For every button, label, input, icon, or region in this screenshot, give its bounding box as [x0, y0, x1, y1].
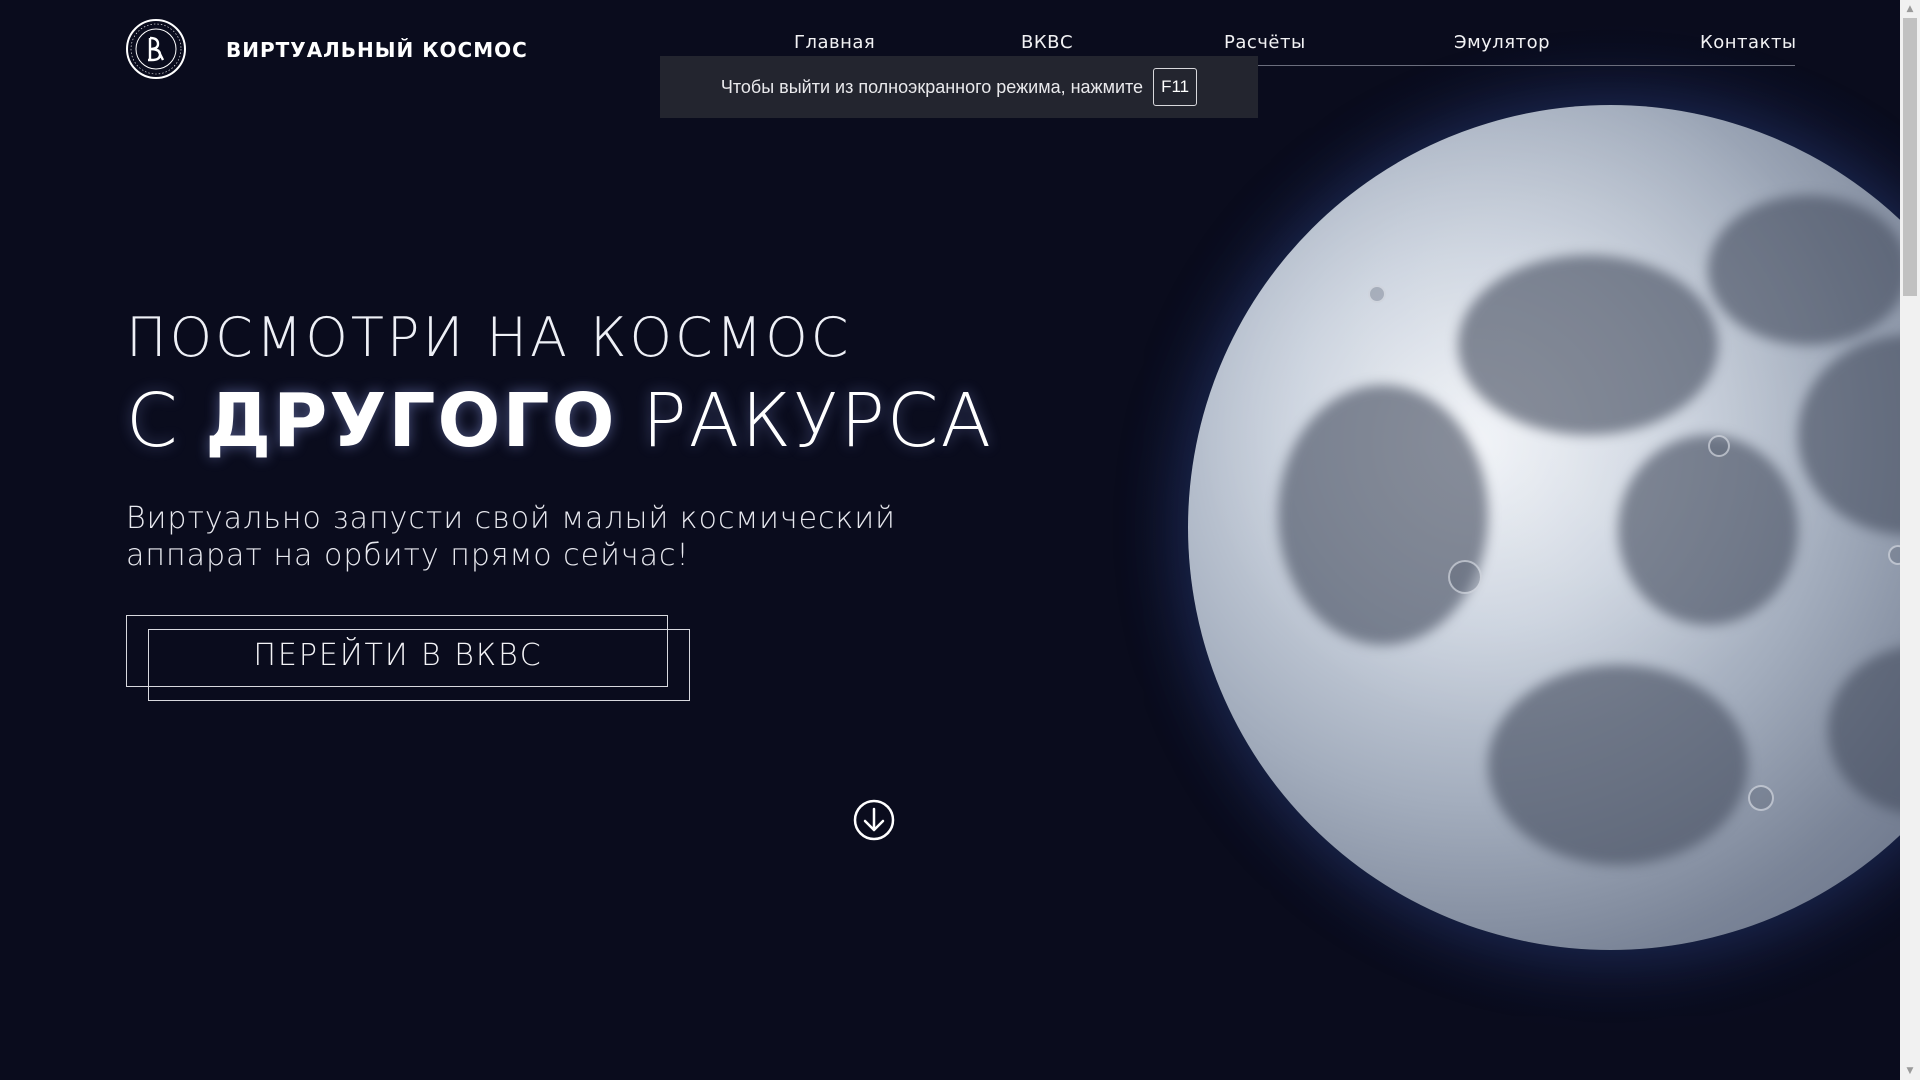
arrow-down-circle-icon[interactable]: [853, 799, 895, 841]
moon-crater: [1368, 285, 1386, 303]
nav-item-emulator[interactable]: Эмулятор: [1454, 32, 1550, 53]
nav-item-vkvs[interactable]: ВКВС: [1021, 32, 1073, 53]
scroll-down-arrow-icon[interactable]: ▼: [1900, 1062, 1920, 1080]
hero-subtitle-line1: Виртуально запусти свой малый космически…: [126, 501, 896, 536]
hero-title-prefix: С: [126, 378, 206, 464]
moon-crater: [1708, 435, 1730, 457]
nav-item-home[interactable]: Главная: [794, 32, 875, 53]
fullscreen-hint-key: F11: [1153, 68, 1198, 106]
moon-mare: [1708, 195, 1900, 345]
moon-mare: [1488, 665, 1748, 865]
moon-crater: [1448, 560, 1482, 594]
moon-mare: [1278, 385, 1488, 645]
university-seal-icon[interactable]: [125, 18, 187, 80]
hero-title-line2: С ДРУГОГО РАКУРСА: [126, 378, 993, 464]
scroll-up-arrow-icon[interactable]: ▲: [1900, 0, 1920, 18]
moon-mare: [1828, 645, 1900, 815]
moon-crater: [1748, 785, 1774, 811]
fullscreen-hint-text: Чтобы выйти из полноэкранного режима, на…: [720, 76, 1144, 97]
moon-mare: [1798, 335, 1900, 535]
hero-title-suffix: РАКУРСА: [616, 378, 994, 464]
moon-mare: [1618, 435, 1798, 625]
cta-button-label: ПЕРЕЙТИ В ВКВС: [253, 638, 543, 673]
hero-subtitle-line2: аппарат на орбиту прямо сейчас!: [126, 538, 690, 573]
brand-title[interactable]: ВИРТУАЛЬНЫЙ КОСМОС: [226, 38, 528, 62]
scrollbar-thumb[interactable]: [1903, 18, 1917, 296]
fullscreen-hint: Чтобы выйти из полноэкранного режима, на…: [660, 56, 1258, 118]
hero-subtitle: Виртуально запусти свой малый космически…: [126, 500, 986, 574]
moon-mare: [1458, 255, 1718, 435]
hero-title-line1: ПОСМОТРИ НА КОСМОС: [126, 306, 852, 369]
scrollbar[interactable]: ▲ ▼: [1900, 0, 1920, 1080]
hero-title-emphasis: ДРУГОГО: [205, 378, 617, 464]
moon-crater: [1888, 545, 1900, 565]
nav-item-calculations[interactable]: Расчёты: [1224, 32, 1306, 53]
go-to-vkvs-button[interactable]: ПЕРЕЙТИ В ВКВС: [126, 615, 668, 687]
nav-item-contacts[interactable]: Контакты: [1700, 32, 1797, 53]
page: ВИРТУАЛЬНЫЙ КОСМОС Главная ВКВС Расчёты …: [0, 0, 1900, 1080]
